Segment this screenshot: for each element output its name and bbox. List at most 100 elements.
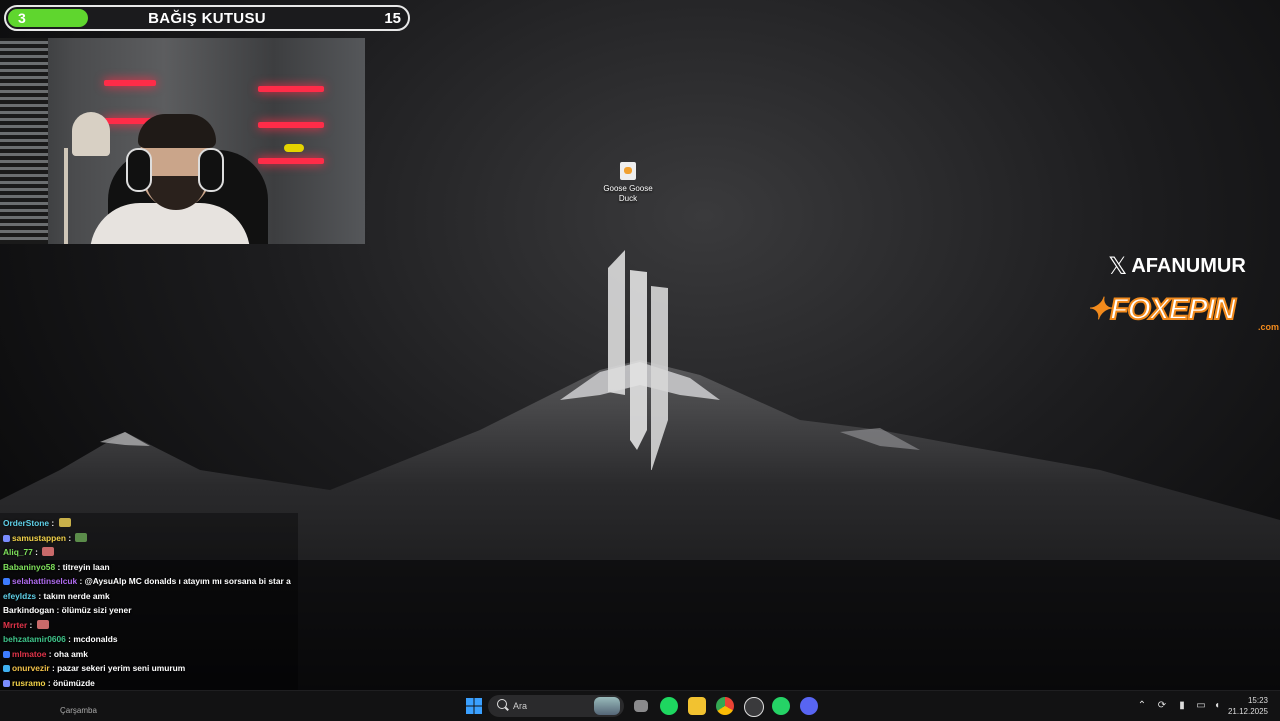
chrome-icon[interactable]	[716, 697, 734, 715]
microphone-icon[interactable]: ▮	[1177, 701, 1187, 711]
chat-username[interactable]: behzatamir0606	[3, 634, 66, 644]
sponsor-brand-suffix: .com	[1258, 322, 1280, 332]
chat-username[interactable]: Barkindogan	[3, 605, 54, 615]
chat-separator: :	[27, 619, 35, 630]
x-logo-icon: 𝕏	[1108, 253, 1128, 280]
taskbar-ghost-text: Çarşamba	[60, 706, 97, 715]
lamp	[72, 112, 110, 156]
skrillex-logo	[608, 250, 668, 470]
chat-message: Babaninyo58 : titreyin laan	[3, 562, 110, 572]
chat-message: samustappen :	[3, 532, 88, 543]
chat-message: Barkindogan : ölümüz sizi yener	[3, 605, 131, 615]
desktop-shortcut-goose-goose-duck[interactable]: Goose Goose Duck	[598, 160, 658, 204]
chat-text: titreyin laan	[62, 561, 110, 572]
chat-username[interactable]: Babaninyo58	[3, 562, 55, 572]
chat-separator: :	[55, 561, 63, 572]
donation-progress-bar: 3 BAĞIŞ KUTUSU 15	[4, 5, 410, 31]
taskbar-clock-time[interactable]: 15:23	[1232, 696, 1268, 705]
chat-message: onurvezir : pazar sekeri yerim seni umur…	[3, 663, 185, 673]
chat-emote-icon	[36, 619, 49, 629]
chat-username[interactable]: samustappen	[12, 533, 66, 543]
chat-message: behzatamir0606 : mcdonalds	[3, 634, 118, 644]
chat-separator: :	[45, 677, 53, 688]
taskbar-search-box[interactable]: Ara	[488, 695, 624, 717]
file-explorer-icon[interactable]	[688, 697, 706, 715]
desktop-shortcut-label-line2: Duck	[618, 194, 638, 203]
chat-username[interactable]: Aliq_77	[3, 547, 33, 557]
chat-message: Aliq_77 :	[3, 547, 55, 557]
desktop-shortcut-label-line1: Goose Goose	[603, 184, 653, 193]
chat-username[interactable]: onurvezir	[12, 663, 50, 673]
donation-goal-count: 15	[384, 10, 401, 27]
chat-badge-icon	[3, 679, 10, 687]
rubber-duck	[284, 144, 304, 152]
chat-text: takım nerde amk	[43, 590, 110, 601]
chat-emote-icon	[42, 547, 55, 556]
donation-title: BAĞIŞ KUTUSU	[148, 10, 266, 27]
lamp-pole	[64, 148, 68, 244]
chat-text: pazar sekeri yerim seni umurum	[57, 663, 186, 673]
streamer-hair	[138, 114, 216, 148]
sponsor-logo: ✦FOXEPIN	[1086, 292, 1237, 327]
stream-chat: OrderStone : samustappen : Aliq_77 : Bab…	[0, 513, 298, 717]
headphones-icon	[126, 148, 152, 192]
chat-username[interactable]: selahattinselcuk	[12, 576, 77, 586]
chat-message: Mrrter :	[3, 619, 49, 630]
chat-separator: :	[49, 518, 57, 528]
chat-emote-icon	[58, 518, 71, 527]
search-placeholder: Ara	[513, 701, 528, 711]
network-icon[interactable]: ▭	[1196, 701, 1206, 711]
chat-username[interactable]: OrderStone	[3, 518, 49, 528]
spotify-icon[interactable]	[660, 697, 678, 715]
sync-icon[interactable]: ⟳	[1157, 701, 1167, 711]
search-highlight-icon	[594, 697, 620, 715]
chat-badge-icon	[3, 650, 10, 658]
chat-message: rusramo : önümüzde	[3, 678, 95, 688]
volume-icon[interactable]: ◖	[1212, 701, 1222, 711]
fox-logo-icon: ✦	[1086, 293, 1111, 326]
twitter-handle-text: AFANUMUR	[1131, 255, 1246, 277]
game-shortcut-icon	[620, 162, 636, 180]
shelf-light	[258, 122, 324, 128]
twitter-handle: 𝕏 AFANUMUR	[1108, 252, 1246, 281]
chat-message: selahattinselcuk : @AysuAlp MC donalds ı…	[3, 576, 291, 586]
chat-separator: :	[46, 648, 54, 659]
task-view-icon[interactable]	[634, 700, 648, 712]
shelf-light	[104, 80, 156, 86]
start-icon[interactable]	[465, 697, 483, 715]
chat-badge-icon	[3, 578, 10, 585]
chat-separator: :	[36, 590, 44, 601]
taskbar-clock-date[interactable]: 21.12.2025	[1226, 707, 1268, 716]
search-icon	[497, 699, 507, 709]
chat-message: efeyldzs : takım nerde amk	[3, 591, 110, 601]
windows-taskbar: Ara ⌃ ⟳ ▮ ▭ ◖ 15:23 21.12.2025	[0, 690, 1280, 721]
chevron-up-icon[interactable]: ⌃	[1137, 701, 1147, 711]
whatsapp-icon[interactable]	[772, 697, 790, 715]
chat-separator: :	[66, 532, 74, 543]
chat-separator: :	[54, 605, 62, 615]
chat-username[interactable]: mlmatoe	[12, 649, 46, 659]
chat-text: mcdonalds	[73, 634, 118, 644]
webcam-overlay	[0, 38, 365, 244]
shelf-light	[258, 158, 324, 164]
chat-username[interactable]: efeyldzs	[3, 591, 36, 601]
chat-text: oha amk	[53, 648, 88, 659]
headphones-icon	[198, 148, 224, 192]
chat-message: OrderStone :	[3, 518, 71, 528]
chat-separator: :	[77, 576, 85, 586]
window-blinds	[0, 38, 48, 244]
chat-username[interactable]: Mrrter	[3, 620, 27, 630]
obs-icon[interactable]	[744, 697, 764, 717]
chat-text: @AysuAlp MC donalds ı atayım mı sorsana …	[84, 576, 291, 586]
chat-text: ölümüz sizi yener	[61, 605, 132, 615]
chat-badge-icon	[3, 665, 10, 672]
sponsor-brand-text: FOXEPIN	[1109, 292, 1237, 327]
chat-text: önümüzde	[52, 677, 95, 688]
chat-message: mlmatoe : oha amk	[3, 649, 88, 659]
chat-separator: :	[32, 547, 41, 557]
chat-username[interactable]: rusramo	[12, 678, 46, 688]
chat-emote-icon	[75, 532, 88, 542]
chat-badge-icon	[3, 534, 10, 542]
shelf-light	[258, 86, 324, 92]
discord-icon[interactable]	[800, 697, 818, 715]
